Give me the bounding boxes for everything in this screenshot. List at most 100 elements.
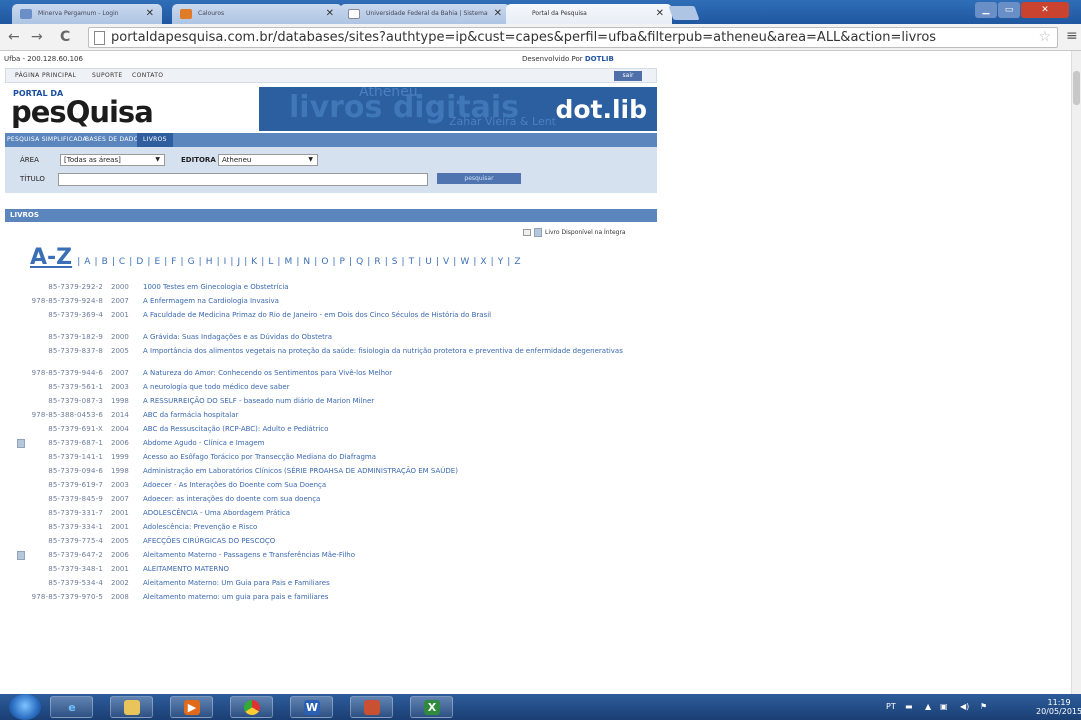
book-isbn: 85-7379-619-7 bbox=[48, 481, 103, 489]
book-title-link[interactable]: A Importância dos alimentos vegetais na … bbox=[143, 347, 633, 355]
tab-calouros[interactable]: Calouros ✕ bbox=[172, 4, 342, 24]
book-isbn: 85-7379-647-2 bbox=[48, 551, 103, 559]
book-year: 2006 bbox=[111, 551, 129, 559]
book-isbn: 978-85-388-0453-6 bbox=[31, 411, 103, 419]
page-scrollbar[interactable] bbox=[1071, 51, 1081, 694]
new-tab-button[interactable] bbox=[668, 6, 700, 20]
menu-pagina-principal[interactable]: PÁGINA PRINCIPAL bbox=[15, 72, 76, 79]
tab-ufba[interactable]: Universidade Federal da Bahia | Sistema … bbox=[340, 4, 510, 24]
network-icon[interactable]: ▬ bbox=[905, 702, 913, 711]
pesquisar-button[interactable]: pesquisar bbox=[437, 173, 521, 184]
bookmark-star-icon[interactable]: ☆ bbox=[1038, 29, 1051, 45]
book-title-link[interactable]: A neurologia que todo médico deve saber bbox=[143, 383, 633, 391]
book-year: 1998 bbox=[111, 467, 129, 475]
tab-portal-da-pesquisa[interactable]: Portal da Pesquisa ✕ bbox=[506, 4, 672, 24]
dotlib-logo: dot.lib bbox=[555, 95, 647, 124]
forward-icon[interactable]: → bbox=[31, 29, 43, 45]
web-page: Ufba - 200.128.60.106 Desenvolvido Por D… bbox=[0, 51, 1071, 694]
maximize-icon[interactable]: ▭ bbox=[998, 2, 1020, 18]
book-title-link[interactable]: A RESSURREIÇÃO DO SELF - baseado num diá… bbox=[143, 397, 633, 405]
system-clock[interactable]: 11:19 20/05/2015 bbox=[1036, 698, 1081, 716]
banner-background-text: Atheneu bbox=[359, 87, 418, 100]
nav-bases-de-dados[interactable]: BASES DE DADOS bbox=[85, 136, 143, 143]
close-tab-icon[interactable]: ✕ bbox=[326, 8, 334, 19]
book-title-link[interactable]: ABC da farmácia hospitalar bbox=[143, 411, 633, 419]
book-title-link[interactable]: Aleitamento Materno - Passagens e Transf… bbox=[143, 551, 633, 559]
book-title-link[interactable]: ADOLESCÊNCIA - Uma Abordagem Prática bbox=[143, 509, 633, 517]
developed-by: Desenvolvido Por DOTLIB bbox=[522, 55, 614, 63]
book-title-link[interactable]: Aleitamento materno: um guia para pais e… bbox=[143, 593, 633, 601]
book-icon bbox=[534, 228, 542, 237]
developed-by-link[interactable]: DOTLIB bbox=[585, 55, 614, 63]
book-title-link[interactable]: A Grávida: Suas Indagações e as Dúvidas … bbox=[143, 333, 633, 341]
folder-icon bbox=[124, 700, 140, 715]
book-title-link[interactable]: A Natureza do Amor: Conhecendo os Sentim… bbox=[143, 369, 633, 377]
book-title-link[interactable]: Administração em Laboratórios Clínicos (… bbox=[143, 467, 633, 475]
book-isbn: 85-7379-687-1 bbox=[48, 439, 103, 447]
portal-da-pesquisa-logo[interactable]: pesQuisa bbox=[11, 95, 154, 129]
browser-menu-icon[interactable]: ≡ bbox=[1066, 28, 1078, 44]
titulo-input[interactable] bbox=[58, 173, 428, 186]
livros-section-header: LIVROS bbox=[5, 209, 657, 222]
sair-button[interactable]: sair bbox=[614, 71, 642, 81]
taskbar-ie[interactable]: e bbox=[50, 696, 93, 718]
book-year: 2005 bbox=[111, 347, 129, 355]
book-year: 2001 bbox=[111, 509, 129, 517]
book-title-link[interactable]: ALEITAMENTO MATERNO bbox=[143, 565, 633, 573]
address-bar[interactable]: portaldapesquisa.com.br/databases/sites?… bbox=[88, 27, 1058, 48]
back-icon[interactable]: ← bbox=[8, 29, 20, 45]
az-title[interactable]: A-Z bbox=[30, 245, 72, 270]
flag-icon[interactable]: ⚑ bbox=[980, 702, 987, 711]
nav-pesquisa-simplificada[interactable]: PESQUISA SIMPLIFICADA bbox=[7, 136, 87, 143]
menu-suporte[interactable]: SUPORTE bbox=[92, 72, 123, 79]
editora-select[interactable]: Atheneu ▼ bbox=[218, 154, 318, 166]
book-title-link[interactable]: A Enfermagem na Cardiologia Invasiva bbox=[143, 297, 633, 305]
close-window-icon[interactable]: ✕ bbox=[1021, 2, 1069, 18]
az-index: A-Z | A | B | C | D | E | F | G | H | I … bbox=[30, 245, 521, 270]
book-title-link[interactable]: Abdome Agudo - Clínica e Imagem bbox=[143, 439, 633, 447]
taskbar-media[interactable]: ▶ bbox=[170, 696, 213, 718]
book-isbn: 85-7379-691-X bbox=[48, 425, 103, 433]
taskbar-explorer[interactable] bbox=[110, 696, 153, 718]
minimize-icon[interactable]: ▁ bbox=[975, 2, 997, 18]
reload-icon[interactable]: C bbox=[60, 29, 70, 45]
book-isbn: 85-7379-094-6 bbox=[48, 467, 103, 475]
show-hidden-icons-icon[interactable]: ▲ bbox=[925, 702, 931, 711]
book-title-link[interactable]: AFECÇÕES CIRÚRGICAS DO PESCOÇO bbox=[143, 537, 633, 545]
book-title-link[interactable]: ABC da Ressuscitação (RCP-ABC): Adulto e… bbox=[143, 425, 633, 433]
az-letter-links[interactable]: | A | B | C | D | E | F | G | H | I | J … bbox=[77, 257, 521, 267]
book-title-link[interactable]: 1000 Testes em Ginecologia e Obstetrícia bbox=[143, 283, 633, 291]
scrollbar-thumb[interactable] bbox=[1073, 71, 1080, 105]
book-isbn: 85-7379-561-1 bbox=[48, 383, 103, 391]
book-year: 2003 bbox=[111, 481, 129, 489]
book-title-link[interactable]: A Faculdade de Medicina Primaz do Rio de… bbox=[143, 311, 633, 319]
tab-pergamum[interactable]: Minerva Pergamum - Login ✕ bbox=[12, 4, 162, 24]
book-isbn: 978-85-7379-924-8 bbox=[31, 297, 103, 305]
book-title-link[interactable]: Adolescência: Prevenção e Risco bbox=[143, 523, 633, 531]
area-select[interactable]: [Todas as áreas] ▼ bbox=[60, 154, 165, 166]
address-bar-url[interactable]: portaldapesquisa.com.br/databases/sites?… bbox=[111, 30, 936, 45]
book-title-link[interactable]: Adoecer - As Interações do Doente com Su… bbox=[143, 481, 633, 489]
close-tab-icon[interactable]: ✕ bbox=[146, 8, 154, 19]
close-tab-icon[interactable]: ✕ bbox=[656, 8, 664, 19]
taskbar-chrome[interactable] bbox=[230, 696, 273, 718]
book-title-link[interactable]: Adoecer: as interações do doente com sua… bbox=[143, 495, 633, 503]
book-isbn: 85-7379-182-9 bbox=[48, 333, 103, 341]
top-menu: PÁGINA PRINCIPAL SUPORTE CONTATO sair bbox=[5, 68, 657, 83]
taskbar-excel[interactable]: X bbox=[410, 696, 453, 718]
start-button[interactable] bbox=[9, 694, 41, 720]
book-title-link[interactable]: Aleitamento Materno: Um Guia para Pais e… bbox=[143, 579, 633, 587]
volume-icon[interactable]: ◀) bbox=[960, 702, 969, 711]
tray-app-icon[interactable]: ▣ bbox=[940, 702, 948, 711]
book-year: 2000 bbox=[111, 283, 129, 291]
taskbar-word[interactable]: W bbox=[290, 696, 333, 718]
taskbar-app[interactable] bbox=[350, 696, 393, 718]
book-title-link[interactable]: Acesso ao Esôfago Torácico por Transecçã… bbox=[143, 453, 633, 461]
checkbox-icon[interactable] bbox=[523, 229, 531, 236]
book-year: 1999 bbox=[111, 453, 129, 461]
language-indicator[interactable]: PT bbox=[886, 702, 896, 711]
menu-contato[interactable]: CONTATO bbox=[132, 72, 163, 79]
close-tab-icon[interactable]: ✕ bbox=[494, 8, 502, 19]
nav-livros[interactable]: LIVROS bbox=[137, 133, 173, 147]
browser-tabstrip: Minerva Pergamum - Login ✕ Calouros ✕ Un… bbox=[0, 0, 1081, 24]
